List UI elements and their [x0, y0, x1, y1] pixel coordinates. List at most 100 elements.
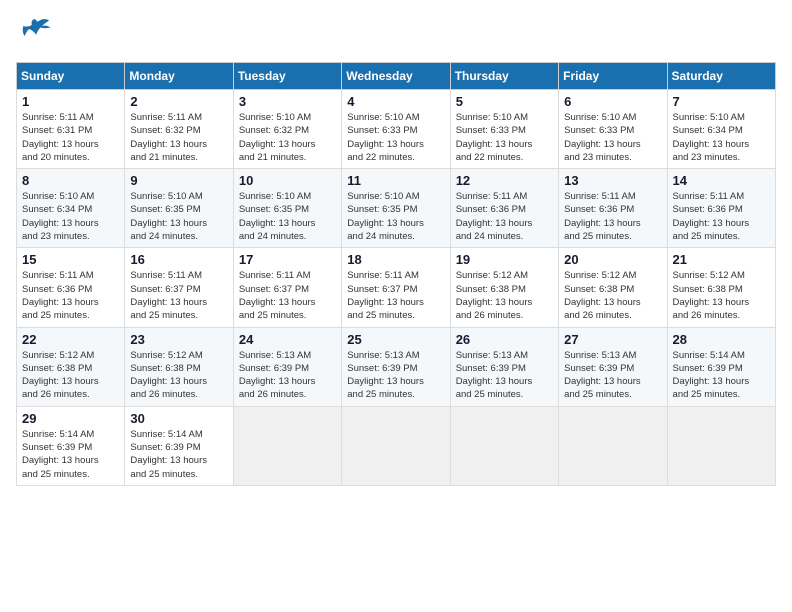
day-number: 21: [673, 252, 770, 267]
calendar-cell: 15 Sunrise: 5:11 AM Sunset: 6:36 PM Dayli…: [17, 248, 125, 327]
day-info: Sunrise: 5:11 AM Sunset: 6:37 PM Dayligh…: [130, 269, 227, 322]
calendar-cell: 7 Sunrise: 5:10 AM Sunset: 6:34 PM Daylig…: [667, 90, 775, 169]
day-number: 23: [130, 332, 227, 347]
day-number: 15: [22, 252, 119, 267]
calendar-week-row: 22 Sunrise: 5:12 AM Sunset: 6:38 PM Dayli…: [17, 327, 776, 406]
day-info: Sunrise: 5:10 AM Sunset: 6:33 PM Dayligh…: [456, 111, 553, 164]
day-info: Sunrise: 5:14 AM Sunset: 6:39 PM Dayligh…: [22, 428, 119, 481]
calendar-cell: 16 Sunrise: 5:11 AM Sunset: 6:37 PM Dayli…: [125, 248, 233, 327]
day-number: 6: [564, 94, 661, 109]
day-info: Sunrise: 5:11 AM Sunset: 6:36 PM Dayligh…: [22, 269, 119, 322]
day-number: 22: [22, 332, 119, 347]
calendar-cell: [667, 406, 775, 485]
day-number: 9: [130, 173, 227, 188]
calendar-week-row: 1Sunrise: 5:11 AM Sunset: 6:31 PM Daylig…: [17, 90, 776, 169]
day-info: Sunrise: 5:13 AM Sunset: 6:39 PM Dayligh…: [239, 349, 336, 402]
day-number: 11: [347, 173, 444, 188]
calendar-cell: 21 Sunrise: 5:12 AM Sunset: 6:38 PM Dayli…: [667, 248, 775, 327]
calendar-cell: 30 Sunrise: 5:14 AM Sunset: 6:39 PM Dayli…: [125, 406, 233, 485]
calendar-cell: 19 Sunrise: 5:12 AM Sunset: 6:38 PM Dayli…: [450, 248, 558, 327]
day-number: 24: [239, 332, 336, 347]
day-info: Sunrise: 5:10 AM Sunset: 6:33 PM Dayligh…: [347, 111, 444, 164]
calendar-cell: 8 Sunrise: 5:10 AM Sunset: 6:34 PM Daylig…: [17, 169, 125, 248]
day-info: Sunrise: 5:11 AM Sunset: 6:37 PM Dayligh…: [347, 269, 444, 322]
calendar-cell: 25 Sunrise: 5:13 AM Sunset: 6:39 PM Dayli…: [342, 327, 450, 406]
calendar-cell: 23 Sunrise: 5:12 AM Sunset: 6:38 PM Dayli…: [125, 327, 233, 406]
day-number: 17: [239, 252, 336, 267]
calendar-week-row: 15 Sunrise: 5:11 AM Sunset: 6:36 PM Dayli…: [17, 248, 776, 327]
weekday-header-cell: Friday: [559, 63, 667, 90]
day-number: 16: [130, 252, 227, 267]
weekday-header-cell: Sunday: [17, 63, 125, 90]
calendar-cell: 22 Sunrise: 5:12 AM Sunset: 6:38 PM Dayli…: [17, 327, 125, 406]
weekday-header-cell: Tuesday: [233, 63, 341, 90]
day-info: Sunrise: 5:13 AM Sunset: 6:39 PM Dayligh…: [456, 349, 553, 402]
calendar-cell: 2 Sunrise: 5:11 AM Sunset: 6:32 PM Daylig…: [125, 90, 233, 169]
day-number: 20: [564, 252, 661, 267]
calendar-cell: 3 Sunrise: 5:10 AM Sunset: 6:32 PM Daylig…: [233, 90, 341, 169]
calendar-cell: 11 Sunrise: 5:10 AM Sunset: 6:35 PM Dayli…: [342, 169, 450, 248]
weekday-header-cell: Saturday: [667, 63, 775, 90]
day-number: 2: [130, 94, 227, 109]
day-info: Sunrise: 5:11 AM Sunset: 6:36 PM Dayligh…: [564, 190, 661, 243]
day-number: 29: [22, 411, 119, 426]
day-info: Sunrise: 5:10 AM Sunset: 6:35 PM Dayligh…: [130, 190, 227, 243]
general-blue-icon: [16, 16, 52, 52]
day-number: 19: [456, 252, 553, 267]
day-info: Sunrise: 5:12 AM Sunset: 6:38 PM Dayligh…: [673, 269, 770, 322]
day-info: Sunrise: 5:12 AM Sunset: 6:38 PM Dayligh…: [130, 349, 227, 402]
calendar-cell: 13 Sunrise: 5:11 AM Sunset: 6:36 PM Dayli…: [559, 169, 667, 248]
day-info: Sunrise: 5:11 AM Sunset: 6:36 PM Dayligh…: [456, 190, 553, 243]
calendar-cell: 6 Sunrise: 5:10 AM Sunset: 6:33 PM Daylig…: [559, 90, 667, 169]
day-info: Sunrise: 5:10 AM Sunset: 6:34 PM Dayligh…: [22, 190, 119, 243]
day-number: 14: [673, 173, 770, 188]
day-info: Sunrise: 5:10 AM Sunset: 6:33 PM Dayligh…: [564, 111, 661, 164]
weekday-header-row: SundayMondayTuesdayWednesdayThursdayFrid…: [17, 63, 776, 90]
calendar-cell: [450, 406, 558, 485]
day-number: 4: [347, 94, 444, 109]
weekday-header-cell: Monday: [125, 63, 233, 90]
day-number: 13: [564, 173, 661, 188]
calendar-cell: 1Sunrise: 5:11 AM Sunset: 6:31 PM Daylig…: [17, 90, 125, 169]
day-info: Sunrise: 5:12 AM Sunset: 6:38 PM Dayligh…: [564, 269, 661, 322]
calendar-week-row: 8 Sunrise: 5:10 AM Sunset: 6:34 PM Daylig…: [17, 169, 776, 248]
day-info: Sunrise: 5:11 AM Sunset: 6:32 PM Dayligh…: [130, 111, 227, 164]
calendar-cell: 17Sunrise: 5:11 AM Sunset: 6:37 PM Dayli…: [233, 248, 341, 327]
calendar-cell: 20 Sunrise: 5:12 AM Sunset: 6:38 PM Dayli…: [559, 248, 667, 327]
day-number: 10: [239, 173, 336, 188]
day-number: 12: [456, 173, 553, 188]
weekday-header-cell: Thursday: [450, 63, 558, 90]
calendar-cell: 5Sunrise: 5:10 AM Sunset: 6:33 PM Daylig…: [450, 90, 558, 169]
day-info: Sunrise: 5:10 AM Sunset: 6:34 PM Dayligh…: [673, 111, 770, 164]
day-info: Sunrise: 5:12 AM Sunset: 6:38 PM Dayligh…: [22, 349, 119, 402]
day-info: Sunrise: 5:14 AM Sunset: 6:39 PM Dayligh…: [130, 428, 227, 481]
calendar: SundayMondayTuesdayWednesdayThursdayFrid…: [16, 62, 776, 486]
calendar-week-row: 29 Sunrise: 5:14 AM Sunset: 6:39 PM Dayli…: [17, 406, 776, 485]
calendar-cell: 26 Sunrise: 5:13 AM Sunset: 6:39 PM Dayli…: [450, 327, 558, 406]
calendar-cell: [233, 406, 341, 485]
calendar-cell: 10Sunrise: 5:10 AM Sunset: 6:35 PM Dayli…: [233, 169, 341, 248]
day-number: 3: [239, 94, 336, 109]
day-number: 18: [347, 252, 444, 267]
day-number: 26: [456, 332, 553, 347]
day-number: 27: [564, 332, 661, 347]
logo: [16, 16, 56, 52]
day-info: Sunrise: 5:10 AM Sunset: 6:35 PM Dayligh…: [347, 190, 444, 243]
calendar-body: 1Sunrise: 5:11 AM Sunset: 6:31 PM Daylig…: [17, 90, 776, 486]
day-number: 7: [673, 94, 770, 109]
day-number: 25: [347, 332, 444, 347]
calendar-cell: 9 Sunrise: 5:10 AM Sunset: 6:35 PM Daylig…: [125, 169, 233, 248]
day-number: 8: [22, 173, 119, 188]
day-info: Sunrise: 5:13 AM Sunset: 6:39 PM Dayligh…: [347, 349, 444, 402]
day-info: Sunrise: 5:11 AM Sunset: 6:31 PM Dayligh…: [22, 111, 119, 164]
day-info: Sunrise: 5:12 AM Sunset: 6:38 PM Dayligh…: [456, 269, 553, 322]
calendar-cell: 12 Sunrise: 5:11 AM Sunset: 6:36 PM Dayli…: [450, 169, 558, 248]
weekday-header-cell: Wednesday: [342, 63, 450, 90]
calendar-cell: 27Sunrise: 5:13 AM Sunset: 6:39 PM Dayli…: [559, 327, 667, 406]
day-number: 28: [673, 332, 770, 347]
day-info: Sunrise: 5:10 AM Sunset: 6:32 PM Dayligh…: [239, 111, 336, 164]
calendar-cell: 29 Sunrise: 5:14 AM Sunset: 6:39 PM Dayli…: [17, 406, 125, 485]
day-info: Sunrise: 5:14 AM Sunset: 6:39 PM Dayligh…: [673, 349, 770, 402]
day-number: 30: [130, 411, 227, 426]
header: [16, 16, 776, 52]
